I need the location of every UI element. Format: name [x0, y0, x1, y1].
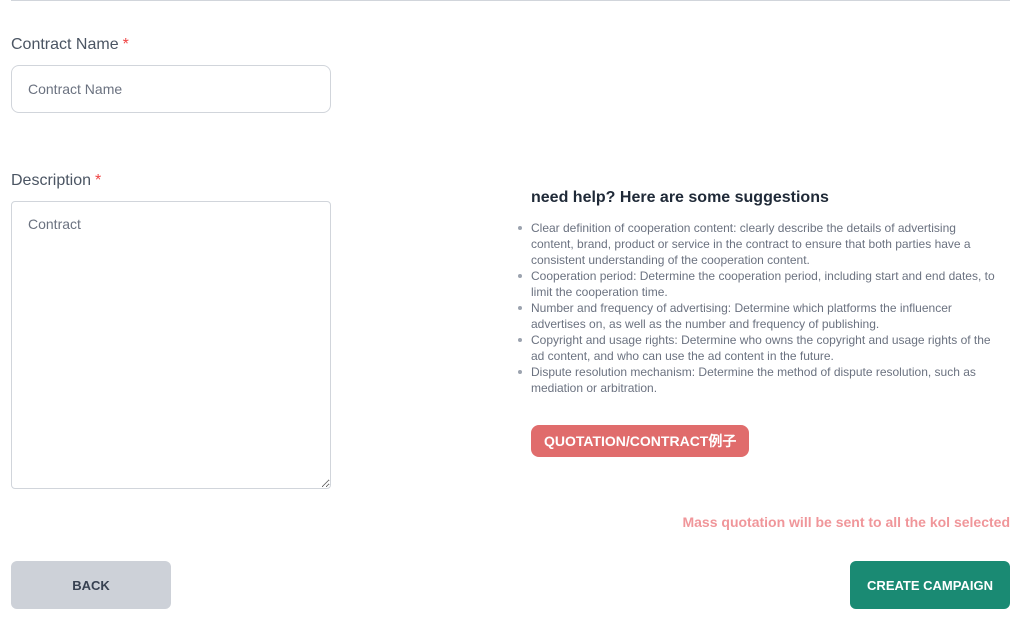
- help-panel: need help? Here are some suggestions Cle…: [518, 188, 1001, 396]
- required-mark: *: [95, 172, 102, 189]
- top-divider: [11, 0, 1010, 1]
- help-title: need help? Here are some suggestions: [531, 189, 829, 206]
- back-button[interactable]: BACK: [11, 561, 171, 609]
- suggestion-item: Cooperation period: Determine the cooper…: [518, 268, 1001, 300]
- mass-quotation-notice: Mass quotation will be sent to all the k…: [682, 514, 1010, 530]
- suggestion-item: Copyright and usage rights: Determine wh…: [518, 332, 1001, 364]
- suggestion-item: Number and frequency of advertising: Det…: [518, 300, 1001, 332]
- description-label: Description *: [11, 171, 101, 191]
- suggestion-item: Clear definition of cooperation content:…: [518, 220, 1001, 268]
- suggestion-item: Dispute resolution mechanism: Determine …: [518, 364, 1001, 396]
- create-campaign-button[interactable]: CREATE CAMPAIGN: [850, 561, 1010, 609]
- required-mark: *: [122, 36, 129, 53]
- suggestions-list: Clear definition of cooperation content:…: [518, 220, 1001, 396]
- contract-name-input[interactable]: [11, 65, 331, 113]
- description-textarea[interactable]: [11, 201, 331, 489]
- description-label-text: Description: [11, 172, 92, 189]
- contract-name-label: Contract Name *: [11, 35, 129, 55]
- quotation-contract-example-button[interactable]: QUOTATION/CONTRACT例子: [531, 425, 750, 457]
- contract-name-label-text: Contract Name: [11, 36, 119, 53]
